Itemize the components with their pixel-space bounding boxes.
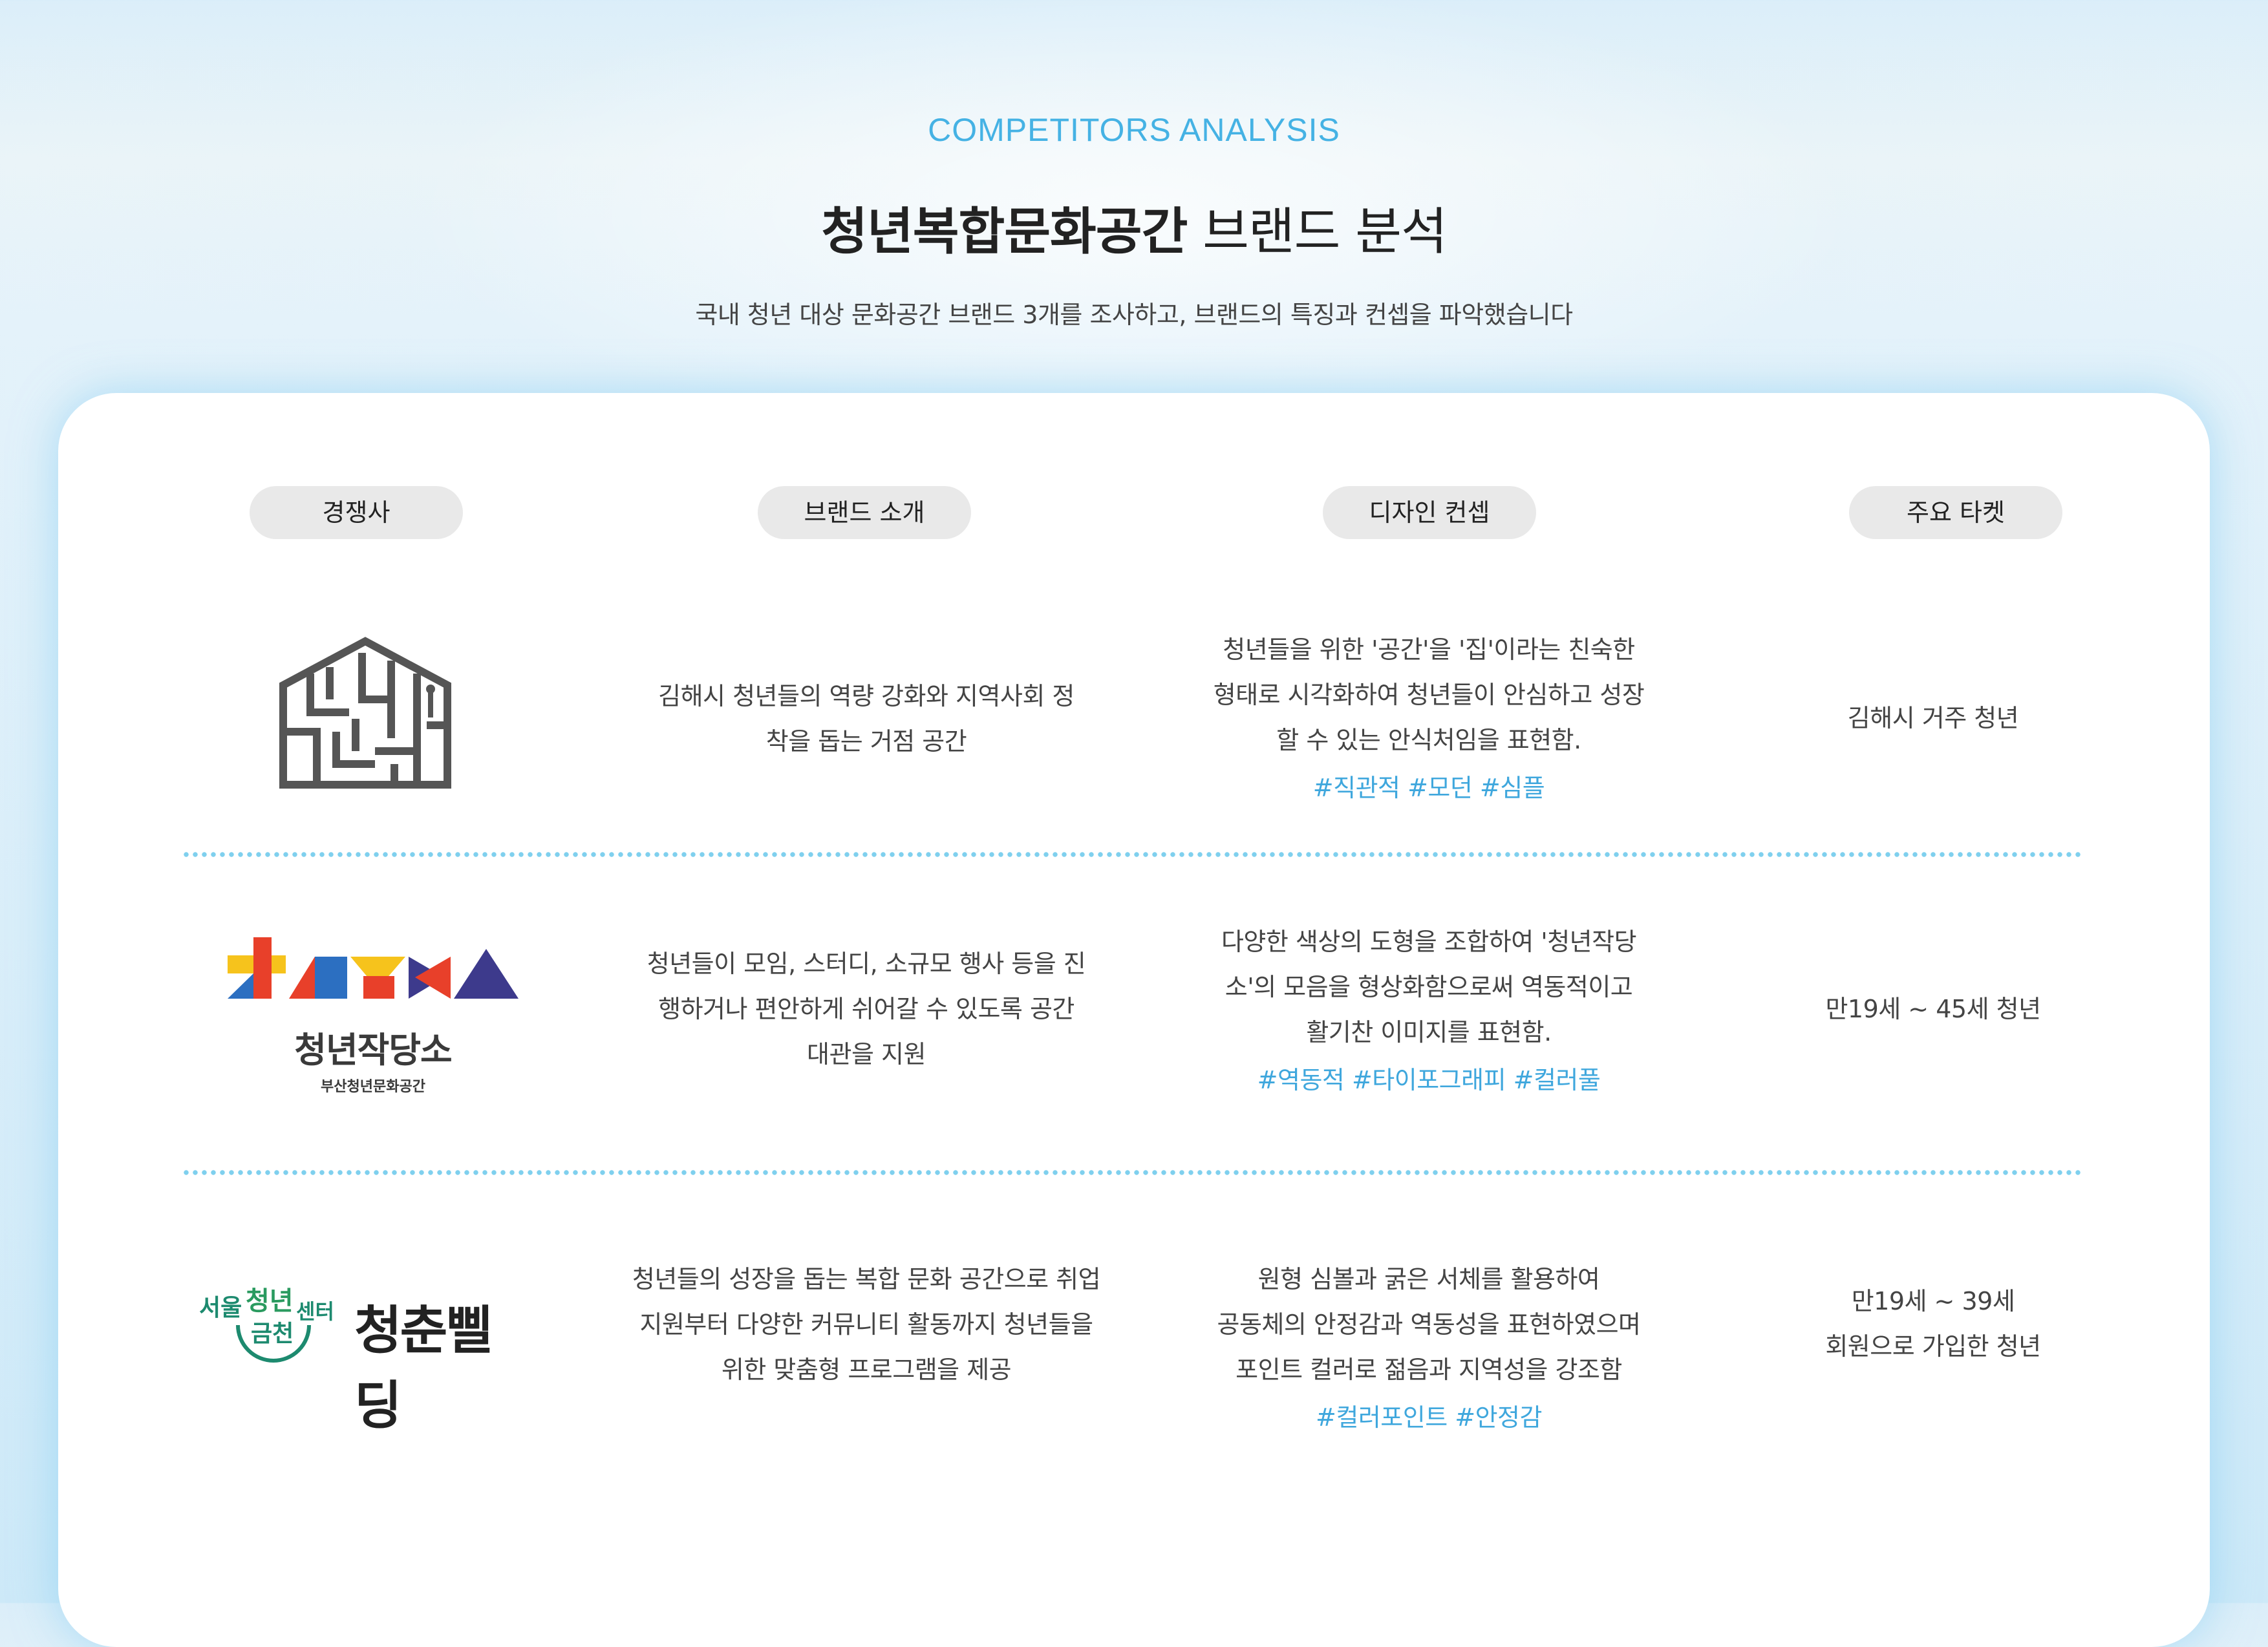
row2-intro-line: 행하거나 편안하게 쉬어갈 수 있도록 공간 <box>658 995 1075 1023</box>
row1-intro-line: 착을 돕는 거점 공간 <box>765 727 967 756</box>
row1-tags: #직관적 #모던 #심플 <box>1312 774 1545 802</box>
row2-target-line: 만19세 ~ 45세 청년 <box>1825 995 2041 1023</box>
column-header-brand-intro: 브랜드 소개 <box>758 486 971 539</box>
row1-concept-line: 청년들을 위한 '공간'을 '집'이라는 친숙한 <box>1223 635 1635 664</box>
row1-concept-line: 형태로 시각화하여 청년들이 안심하고 성장 <box>1213 681 1645 709</box>
row1-target-line: 김해시 거주 청년 <box>1847 704 2019 732</box>
row1-intro: 김해시 청년들의 역량 강화와 지역사회 정 착을 돕는 거점 공간 <box>601 674 1131 764</box>
column-header-competitor: 경쟁사 <box>250 486 463 539</box>
row3-intro-line: 청년들의 성장을 돕는 복합 문화 공간으로 취업 <box>632 1265 1101 1293</box>
cheongnyeon-jakdangso-logo: 청년작당소 부산청년문화공간 <box>228 937 519 1099</box>
geumcheon-logo-main: 청춘삘딩 <box>354 1301 493 1436</box>
geumcheon-logo-youth: 청년 <box>246 1286 294 1316</box>
row-divider <box>184 852 2084 857</box>
row2-concept-line: 활기찬 이미지를 표현함. <box>1306 1018 1552 1047</box>
geumcheon-youth-center-logo: 서울 청년 센터 금천 청춘삘딩 <box>199 1280 522 1436</box>
column-header-target: 주요 타켓 <box>1849 486 2062 539</box>
geumcheon-logo-seoul: 서울 <box>199 1295 242 1321</box>
row2-target: 만19세 ~ 45세 청년 <box>1746 986 2121 1032</box>
row1-target: 김해시 거주 청년 <box>1746 696 2121 741</box>
jakdangso-logo-subtext: 부산청년문화공간 <box>321 1079 425 1095</box>
geumcheon-logo-center: 센터 <box>296 1299 334 1324</box>
row2-concept: 다양한 색상의 도형을 조합하여 '청년작당 소'의 모음을 형상화함으로써 역… <box>1164 919 1694 1103</box>
row2-intro-line: 청년들이 모임, 스터디, 소규모 행사 등을 진 <box>647 950 1086 978</box>
row1-concept: 청년들을 위한 '공간'을 '집'이라는 친숙한 형태로 시각화하여 청년들이 … <box>1164 627 1694 811</box>
page-subtitle: 국내 청년 대상 문화공간 브랜드 3개를 조사하고, 브랜드의 특징과 컨셉을… <box>695 301 1573 329</box>
page-title: 청년복합문화공간 브랜드 분석 <box>0 191 2268 264</box>
row3-tags: #컬러포인트 #안정감 <box>1316 1403 1542 1432</box>
title-rest: 브랜드 분석 <box>1203 203 1448 261</box>
jakdangso-logo-text: 청년작당소 <box>294 1030 452 1070</box>
gimhae-dawom-logo <box>278 635 453 790</box>
row2-intro: 청년들이 모임, 스터디, 소규모 행사 등을 진 행하거나 편안하게 쉬어갈 … <box>601 941 1131 1077</box>
row3-intro: 청년들의 성장을 돕는 복합 문화 공간으로 취업 지원부터 다양한 커뮤니티 … <box>601 1257 1131 1392</box>
row3-concept-line: 포인트 컬러로 젊음과 지역성을 강조함 <box>1236 1355 1622 1384</box>
title-bold: 청년복합문화공간 <box>821 203 1188 261</box>
gimhae-house-logo-icon <box>279 637 451 789</box>
row2-concept-line: 다양한 색상의 도형을 조합하여 '청년작당 <box>1221 928 1637 956</box>
row3-target: 만19세 ~ 39세 회원으로 가입한 청년 <box>1746 1279 2121 1369</box>
row3-concept-line: 공동체의 안정감과 역동성을 표현하였으며 <box>1217 1310 1641 1339</box>
row3-concept: 원형 심볼과 굵은 서체를 활용하여 공동체의 안정감과 역동성을 표현하였으며… <box>1164 1257 1694 1440</box>
row2-concept-line: 소'의 모음을 형상화함으로써 역동적이고 <box>1225 973 1633 1001</box>
row3-intro-line: 지원부터 다양한 커뮤니티 활동까지 청년들을 <box>639 1310 1093 1339</box>
row3-target-line: 만19세 ~ 39세 <box>1851 1287 2015 1315</box>
section-eyebrow: COMPETITORS ANALYSIS <box>928 112 1340 148</box>
row1-concept-line: 할 수 있는 안식처임을 표현함. <box>1276 726 1581 754</box>
row2-tags: #역동적 #타이포그래피 #컬러풀 <box>1257 1066 1601 1094</box>
row3-concept-line: 원형 심볼과 굵은 서체를 활용하여 <box>1257 1265 1600 1293</box>
geumcheon-logo-geumcheon: 금천 <box>251 1321 294 1347</box>
jakdangso-shapes-icon <box>228 937 519 999</box>
row-divider <box>184 1170 2084 1175</box>
column-header-design-concept: 디자인 컨셉 <box>1323 486 1536 539</box>
row1-intro-line: 김해시 청년들의 역량 강화와 지역사회 정 <box>658 682 1075 710</box>
row2-intro-line: 대관을 지원 <box>807 1040 926 1068</box>
row3-intro-line: 위한 맞춤형 프로그램을 제공 <box>721 1355 1012 1384</box>
row3-target-line: 회원으로 가입한 청년 <box>1825 1332 2041 1361</box>
